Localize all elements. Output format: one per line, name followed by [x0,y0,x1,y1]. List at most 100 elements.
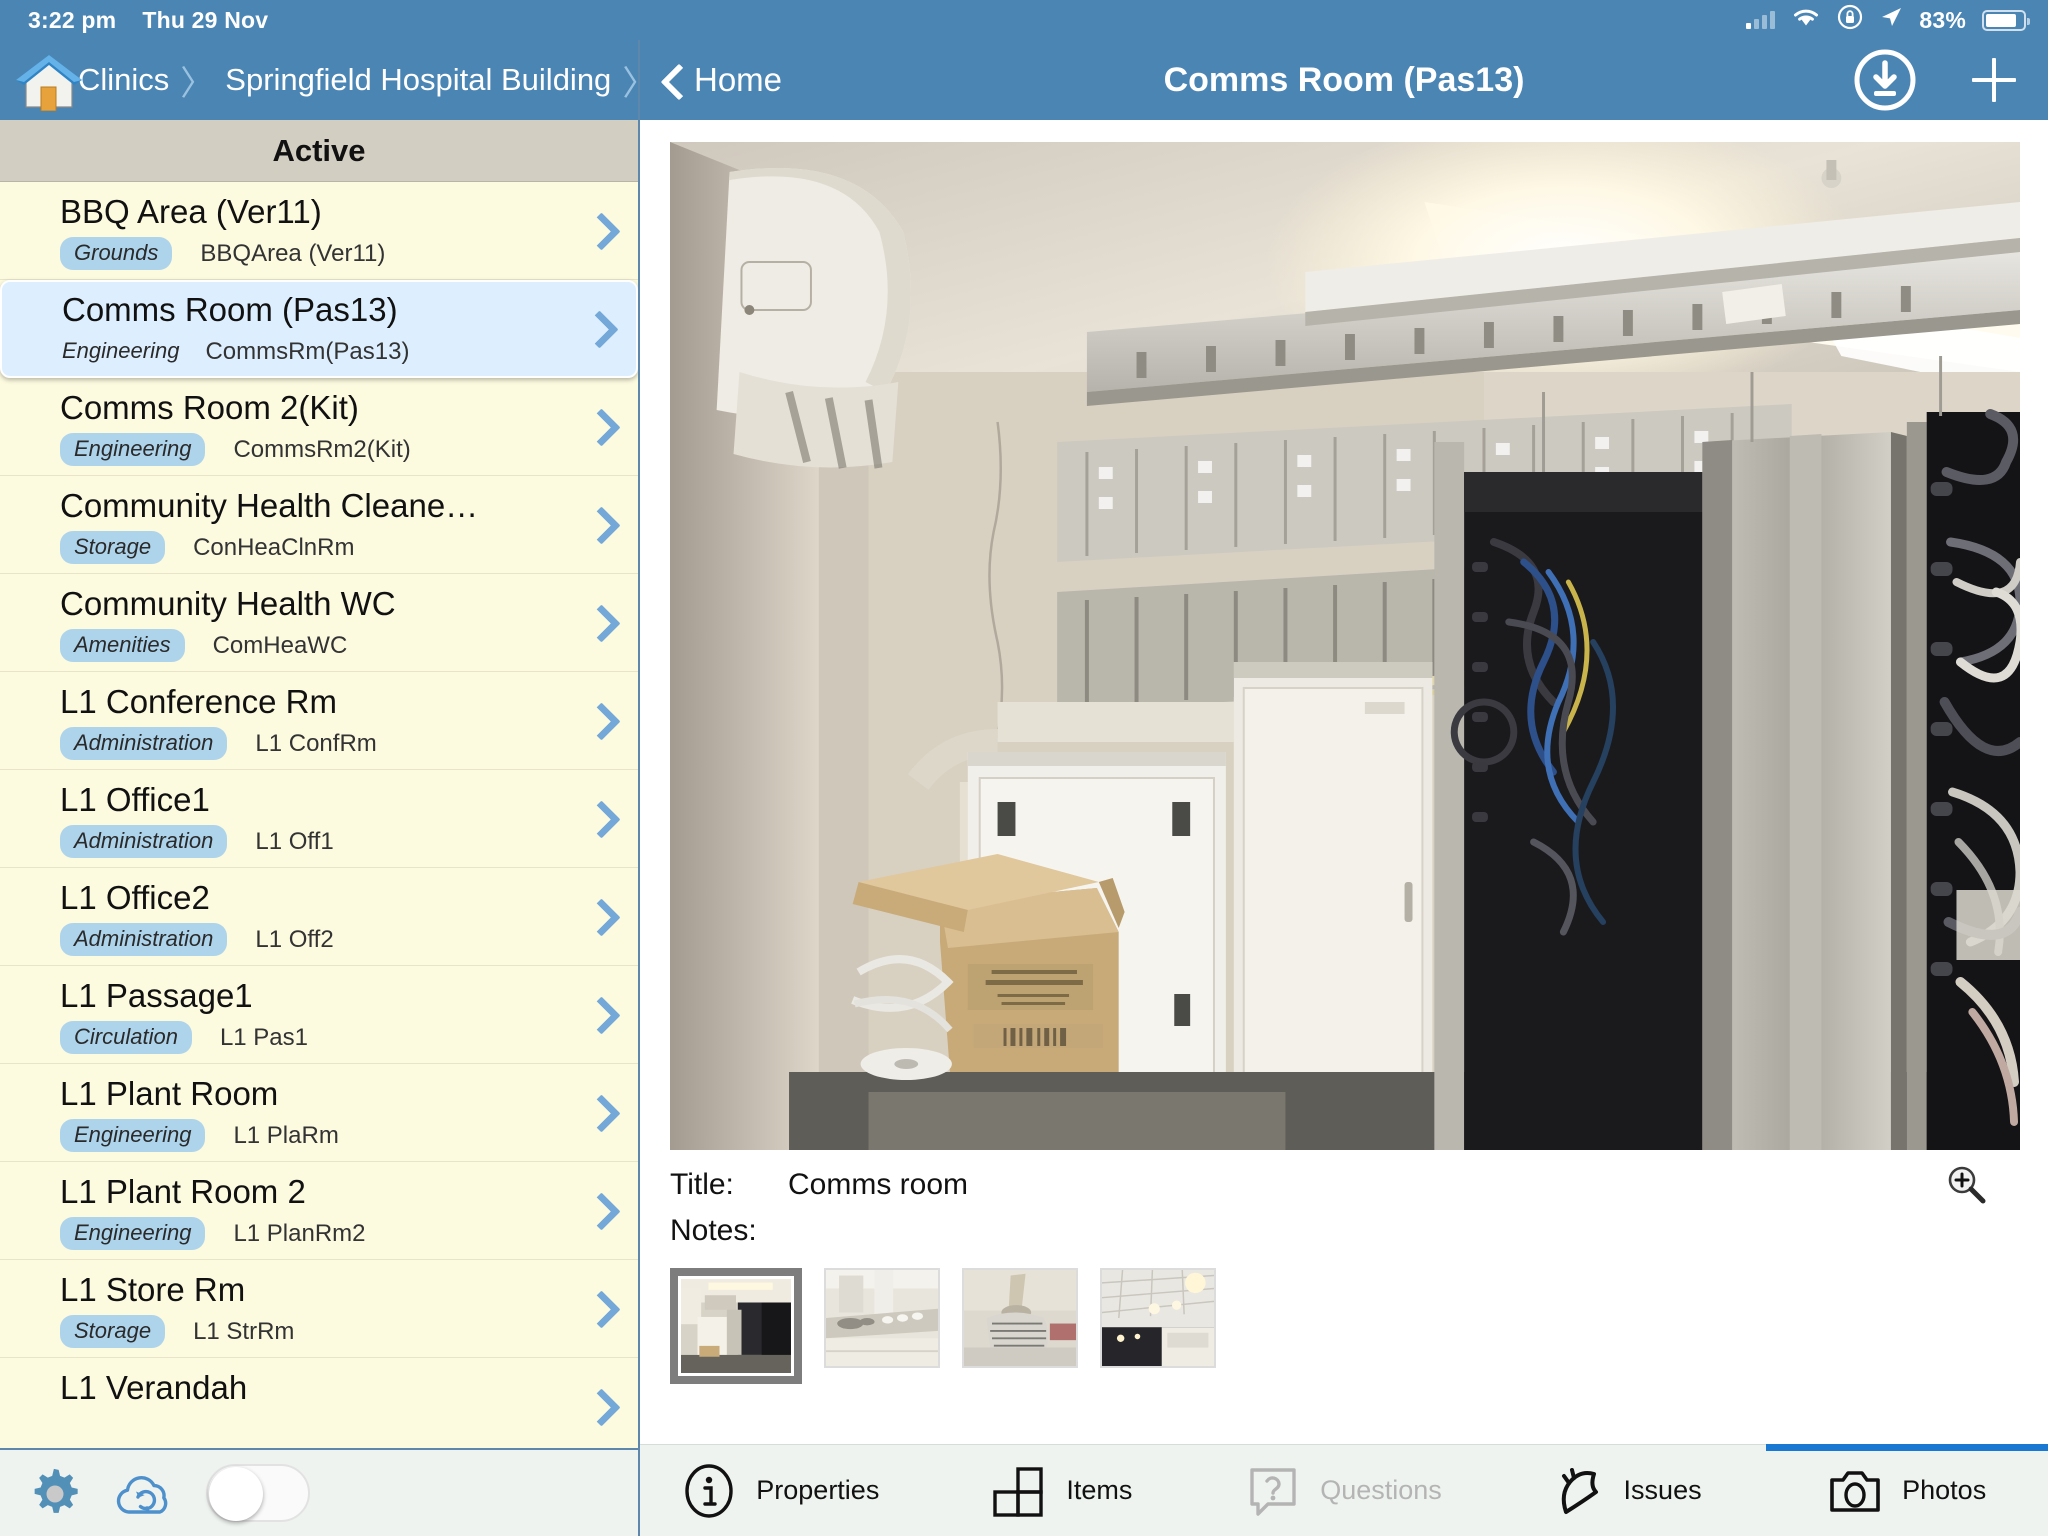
house-icon[interactable] [14,49,84,112]
list-item-meta: Engineering L1 PlanRm2 [60,1217,638,1250]
thumbnail-corridor-ceiling[interactable] [1100,1268,1216,1368]
list-item[interactable]: L1 Office2 Administration L1 Off2 [0,868,638,966]
download-circle-icon[interactable] [1854,49,1916,111]
list-item-meta: Engineering CommsRm(Pas13) [62,335,636,368]
list-item-title: Comms Room 2(Kit) [60,389,359,426]
list-item-meta: Grounds BBQArea (Ver11) [60,237,638,270]
chevron-right-icon [588,799,610,839]
page-title: Comms Room (Pas13) [1163,60,1525,99]
tab-photos[interactable]: Photos [1766,1444,2048,1536]
list-item-code: L1 StrRm [193,1317,295,1345]
list-item[interactable]: Community Health Cleane… Storage ConHeaC… [0,476,638,574]
back-button[interactable]: Home [662,61,782,99]
chevron-right-icon [588,701,610,741]
breadcrumb-item-1[interactable]: Springfield Hospital Building [225,62,611,98]
photo-thumbnail-strip[interactable] [640,1254,2048,1384]
list-item[interactable]: L1 Store Rm Storage L1 StrRm [0,1260,638,1358]
tab-questions[interactable]: Questions [1203,1445,1485,1536]
tab-label: Properties [756,1475,880,1505]
thumbnail-ceiling-insulation[interactable] [962,1268,1078,1368]
list-item-title: L1 Conference Rm [60,683,337,720]
nav-actions [1854,49,2020,111]
cloud-sync-icon[interactable] [112,1467,178,1519]
category-badge: Engineering [60,433,206,466]
room-list[interactable]: BBQ Area (Ver11) Grounds BBQArea (Ver11)… [0,182,638,1448]
list-item[interactable]: Comms Room 2(Kit) Engineering CommsRm2(K… [0,378,638,476]
list-item-code: L1 ConfRm [255,729,377,757]
title-value[interactable]: Comms room [788,1162,968,1208]
tab-label: Photos [1902,1475,1987,1505]
status-time: 3:22 pm [28,6,117,33]
list-item-title: L1 Verandah [60,1369,248,1406]
photo-viewer[interactable] [670,142,2020,1150]
list-item[interactable]: L1 Office1 Administration L1 Off1 [0,770,638,868]
list-item-meta: Administration L1 Off1 [60,825,638,858]
plus-icon[interactable] [1968,54,2020,106]
sync-toggle[interactable] [206,1464,310,1522]
category-badge: Engineering [60,1217,206,1250]
flag-burst-icon [1550,1464,1604,1518]
thumbnail-comms-room-racks[interactable] [670,1268,802,1384]
list-item-meta: Circulation L1 Pas1 [60,1021,638,1054]
list-item-meta: Amenities ComHeaWC [60,629,638,662]
tab-properties[interactable]: Properties [640,1445,922,1536]
breadcrumb: Clinics 〉 Springfield Hospital Building … [0,40,638,120]
list-item-meta: Engineering L1 PlaRm [60,1119,638,1152]
list-item-title: L1 Office1 [60,781,210,818]
chevron-right-icon [588,505,610,545]
title-label: Title: [670,1168,734,1201]
nav-bar: Home Comms Room (Pas13) [640,40,2048,120]
chevron-left-icon [662,62,682,98]
category-badge: Engineering [62,338,180,363]
status-bar: 3:22 pm Thu 29 Nov 83% [0,0,2048,40]
list-item[interactable]: L1 Passage1 Circulation L1 Pas1 [0,966,638,1064]
tab-label: Questions [1320,1475,1442,1505]
chevron-right-icon [588,1093,610,1133]
notes-label: Notes: [670,1214,757,1247]
list-item-selected[interactable]: Comms Room (Pas13) Engineering CommsRm(P… [0,280,638,378]
category-badge: Engineering [60,1119,206,1152]
list-item-title: L1 Plant Room 2 [60,1173,306,1210]
list-item-code: CommsRm(Pas13) [205,337,410,365]
list-item-meta: Engineering CommsRm2(Kit) [60,433,638,466]
chevron-right-icon [588,995,610,1035]
list-item-code: ConHeaClnRm [193,533,355,561]
camera-icon [1828,1464,1882,1518]
category-badge: Circulation [60,1021,192,1054]
back-label: Home [694,61,783,98]
chevron-right-icon [588,897,610,937]
detail-pane: Home Comms Room (Pas13) Title: Comms roo… [640,40,2048,1536]
signal-icon [1746,11,1776,29]
app-root: 3:22 pm Thu 29 Nov 83% Clinics 〉 Springf… [0,0,2048,1536]
breadcrumb-item-0[interactable]: Clinics [78,62,169,98]
category-badge: Administration [60,825,228,858]
chevron-right-icon [588,1191,610,1231]
thumbnail-ceiling-duct-stain[interactable] [824,1268,940,1368]
battery-icon [1982,9,2030,31]
list-item-meta: Storage ConHeaClnRm [60,531,638,564]
magnifier-plus-icon[interactable] [1946,1164,1986,1204]
tab-items[interactable]: Items [922,1445,1204,1536]
list-item[interactable]: L1 Plant Room Engineering L1 PlaRm [0,1064,638,1162]
info-circle-icon [682,1463,736,1518]
tab-issues[interactable]: Issues [1485,1445,1767,1536]
list-item-code: L1 PlanRm2 [233,1219,366,1247]
chevron-right-icon [588,1387,610,1427]
list-item-title: Community Health WC [60,585,396,622]
tab-label: Issues [1623,1475,1702,1505]
list-item-meta: Administration L1 ConfRm [60,727,638,760]
list-item[interactable]: BBQ Area (Ver11) Grounds BBQArea (Ver11) [0,182,638,280]
chevron-right-icon [588,603,610,643]
list-item[interactable]: L1 Conference Rm Administration L1 ConfR… [0,672,638,770]
chevron-right-icon [586,309,608,349]
sidebar-pane: Clinics 〉 Springfield Hospital Building … [0,40,640,1536]
category-badge: Grounds [60,237,173,270]
list-item[interactable]: Community Health WC Amenities ComHeaWC [0,574,638,672]
battery-percent: 83% [1919,6,1966,33]
list-item[interactable]: L1 Plant Room 2 Engineering L1 PlanRm2 [0,1162,638,1260]
gear-icon[interactable] [26,1464,84,1522]
list-item-title: BBQ Area (Ver11) [60,193,322,230]
list-item[interactable]: L1 Verandah [0,1358,638,1448]
comms-room-photo [670,142,2020,1150]
category-badge: Storage [60,1315,166,1348]
